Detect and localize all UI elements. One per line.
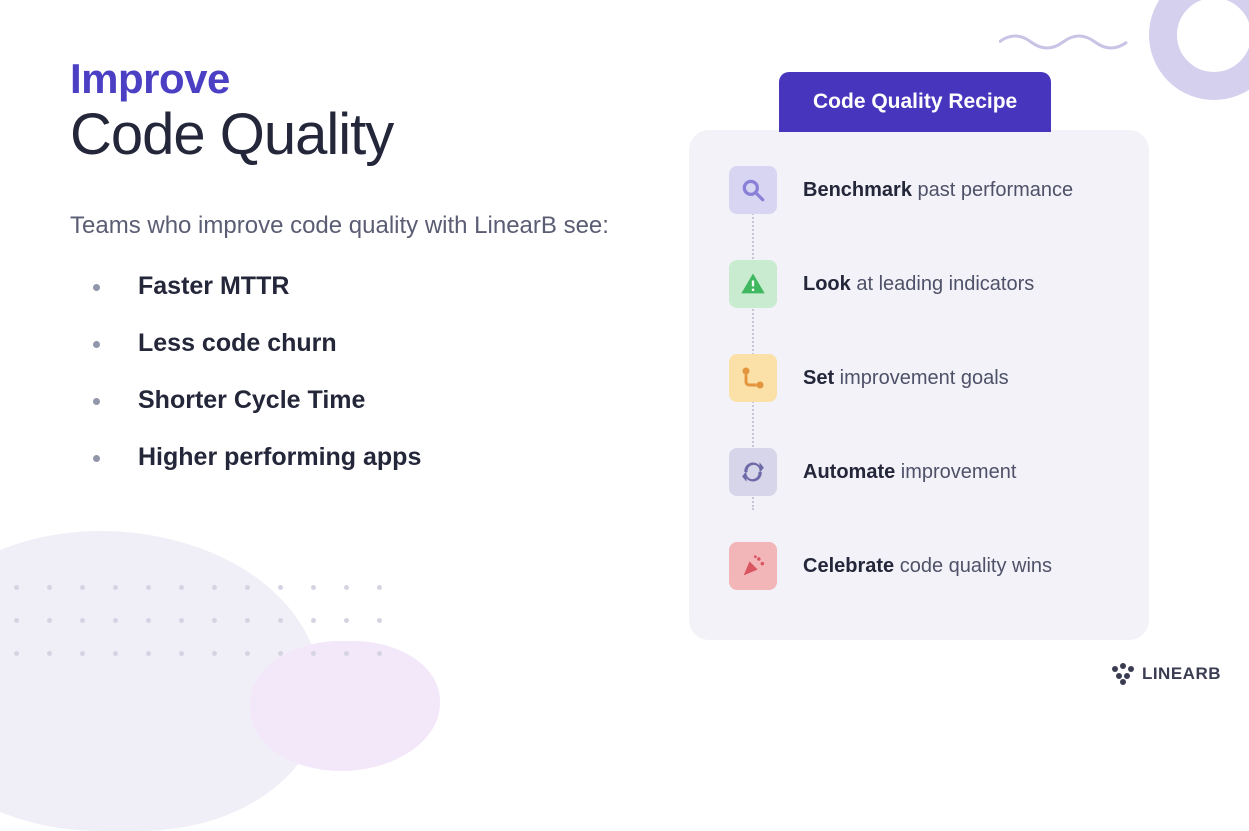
step-text: Set improvement goals xyxy=(803,367,1009,390)
step-text: Automate improvement xyxy=(803,461,1016,484)
recipe-step: Celebrate code quality wins xyxy=(729,542,1113,590)
brand-text: LINEARB xyxy=(1142,664,1221,684)
alert-icon xyxy=(729,260,777,308)
heading-subtext: Teams who improve code quality with Line… xyxy=(70,210,610,242)
recipe-card: Code Quality Recipe Benchmark past perfo… xyxy=(689,130,1149,640)
sync-icon xyxy=(729,448,777,496)
list-item: Higher performing apps xyxy=(114,443,610,472)
list-item: Faster MTTR xyxy=(114,272,610,301)
step-text: Benchmark past performance xyxy=(803,179,1073,202)
heading-eyebrow: Improve xyxy=(70,55,610,103)
list-item: Less code churn xyxy=(114,329,610,358)
decorative-dots xyxy=(14,585,382,656)
decorative-ring xyxy=(1149,0,1249,100)
recipe-step: Benchmark past performance xyxy=(729,166,1113,214)
linearb-logo-icon xyxy=(1112,663,1134,685)
recipe-step: Automate improvement xyxy=(729,448,1113,496)
confetti-icon xyxy=(729,542,777,590)
step-text: Celebrate code quality wins xyxy=(803,555,1052,578)
step-text: Look at leading indicators xyxy=(803,273,1034,296)
page-title: Code Quality xyxy=(70,101,610,168)
decorative-wave xyxy=(999,32,1129,52)
magnify-icon xyxy=(729,166,777,214)
recipe-tab: Code Quality Recipe xyxy=(779,72,1051,132)
recipe-step: Look at leading indicators xyxy=(729,260,1113,308)
recipe-step: Set improvement goals xyxy=(729,354,1113,402)
route-icon xyxy=(729,354,777,402)
left-column: Improve Code Quality Teams who improve c… xyxy=(70,55,610,500)
list-item: Shorter Cycle Time xyxy=(114,386,610,415)
benefits-list: Faster MTTR Less code churn Shorter Cycl… xyxy=(70,272,610,472)
recipe-steps: Benchmark past performance Look at leadi… xyxy=(689,130,1149,590)
brand-mark: LINEARB xyxy=(1112,663,1221,685)
decorative-blob xyxy=(250,641,440,771)
